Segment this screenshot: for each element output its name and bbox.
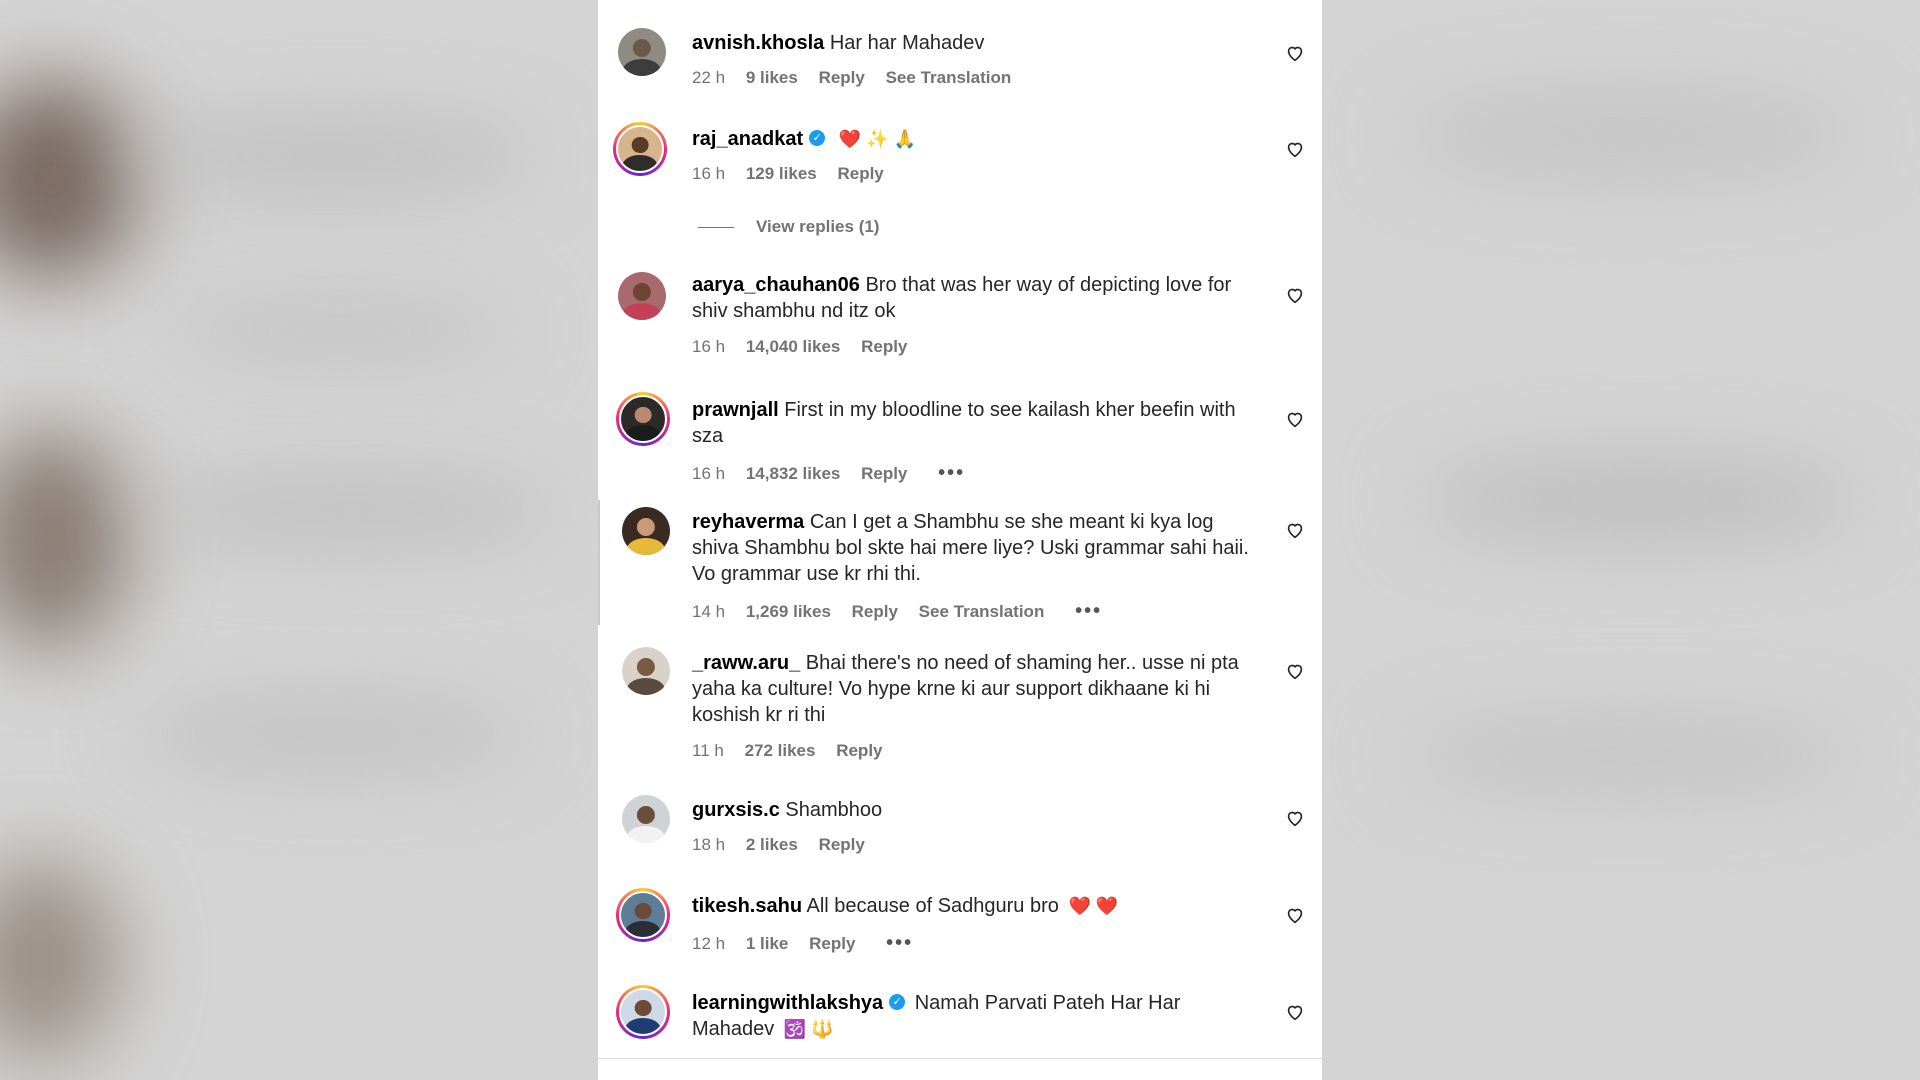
comment-likes[interactable]: 1,269 likes [746,602,831,621]
comment-time: 16 h [692,164,726,183]
comment-time: 11 h [692,741,724,760]
comment-emojis: ❤️ ❤️ [1068,896,1119,916]
avatar[interactable] [622,795,670,843]
verified-badge-icon: ✓ [809,130,826,147]
like-heart-icon[interactable] [1284,408,1306,430]
avatar[interactable] [616,985,670,1039]
comment-username[interactable]: reyhaverma [692,511,804,533]
comment-likes[interactable]: 272 likes [745,741,816,760]
more-options-icon[interactable]: ••• [886,932,913,954]
verified-badge-icon: ✓ [889,994,906,1011]
comment-username[interactable]: _raww.aru_ [692,652,800,674]
comment-likes[interactable]: 9 likes [746,68,798,87]
like-heart-icon[interactable] [1284,904,1306,926]
avatar[interactable] [616,392,670,446]
avatar[interactable] [613,122,667,176]
comment-username[interactable]: learningwithlakshya [692,992,883,1014]
see-translation-button[interactable]: See Translation [919,602,1045,621]
reply-button[interactable]: Reply [837,164,883,183]
comment-username[interactable]: aarya_chauhan06 [692,274,860,296]
comments-panel[interactable]: avnish.khosla Har har Mahadev 22 h 9 lik… [598,0,1322,1080]
bottom-divider [598,1058,1322,1059]
comment-time: 18 h [692,835,726,854]
comment-likes[interactable]: 14,832 likes [746,464,841,483]
comment-username[interactable]: gurxsis.c [692,799,780,821]
like-heart-icon[interactable] [1284,807,1306,829]
reply-button[interactable]: Reply [836,741,882,760]
comment-time: 22 h [692,68,726,87]
reply-button[interactable]: Reply [819,68,865,87]
reply-button[interactable]: Reply [861,337,907,356]
comment-meta: 16 h 14,832 likes Reply ••• [692,462,981,485]
more-options-icon[interactable]: ••• [938,462,965,484]
comment-meta: 11 h 272 likes Reply [692,741,899,761]
comment-likes[interactable]: 14,040 likes [746,337,841,356]
reply-button[interactable]: Reply [809,934,855,953]
like-heart-icon[interactable] [1284,42,1306,64]
see-translation-button[interactable]: See Translation [886,68,1012,87]
comment-meta: 22 h 9 likes Reply See Translation [692,68,1027,88]
comment-time: 14 h [692,602,726,621]
like-heart-icon[interactable] [1284,519,1306,541]
avatar[interactable] [618,28,666,76]
reply-button[interactable]: Reply [861,464,907,483]
comment-time: 16 h [692,337,726,356]
comment-meta: 18 h 2 likes Reply [692,835,881,855]
avatar[interactable] [622,507,670,555]
avatar[interactable] [618,272,666,320]
avatar[interactable] [622,647,670,695]
like-heart-icon[interactable] [1284,1001,1306,1023]
comment-meta: 14 h 1,269 likes Reply See Translation •… [692,600,1118,623]
comment-meta: 16 h 14,040 likes Reply [692,337,923,357]
comment-time: 12 h [692,934,726,953]
comment-emojis: ❤️ ✨ 🙏 [838,129,916,149]
comment-username[interactable]: tikesh.sahu [692,895,802,917]
comment-meta: 16 h 129 likes Reply [692,164,900,184]
comment-username[interactable]: raj_anadkat [692,128,803,150]
like-heart-icon[interactable] [1284,284,1306,306]
replies-line [698,226,734,228]
view-replies-label: View replies (1) [756,217,880,236]
comment-likes[interactable]: 129 likes [746,164,817,183]
comment-text: All because of Sadhguru bro [806,895,1059,917]
comment-text: Shambhoo [785,799,883,821]
comment-emojis: 🕉️ 🔱 [783,1019,834,1039]
comment-meta: 12 h 1 like Reply ••• [692,932,929,955]
scrollbar[interactable] [598,500,600,625]
comment-time: 16 h [692,464,726,483]
comment-likes[interactable]: 1 like [746,934,789,953]
comment-username[interactable]: avnish.khosla [692,32,824,54]
avatar[interactable] [616,888,670,942]
like-heart-icon[interactable] [1284,138,1306,160]
view-replies-button[interactable]: View replies (1) [698,217,879,237]
like-heart-icon[interactable] [1284,660,1306,682]
reply-button[interactable]: Reply [852,602,898,621]
comment-likes[interactable]: 2 likes [746,835,798,854]
comment-text: Har har Mahadev [829,32,985,54]
more-options-icon[interactable]: ••• [1075,600,1102,622]
comment-username[interactable]: prawnjall [692,399,779,421]
reply-button[interactable]: Reply [819,835,865,854]
